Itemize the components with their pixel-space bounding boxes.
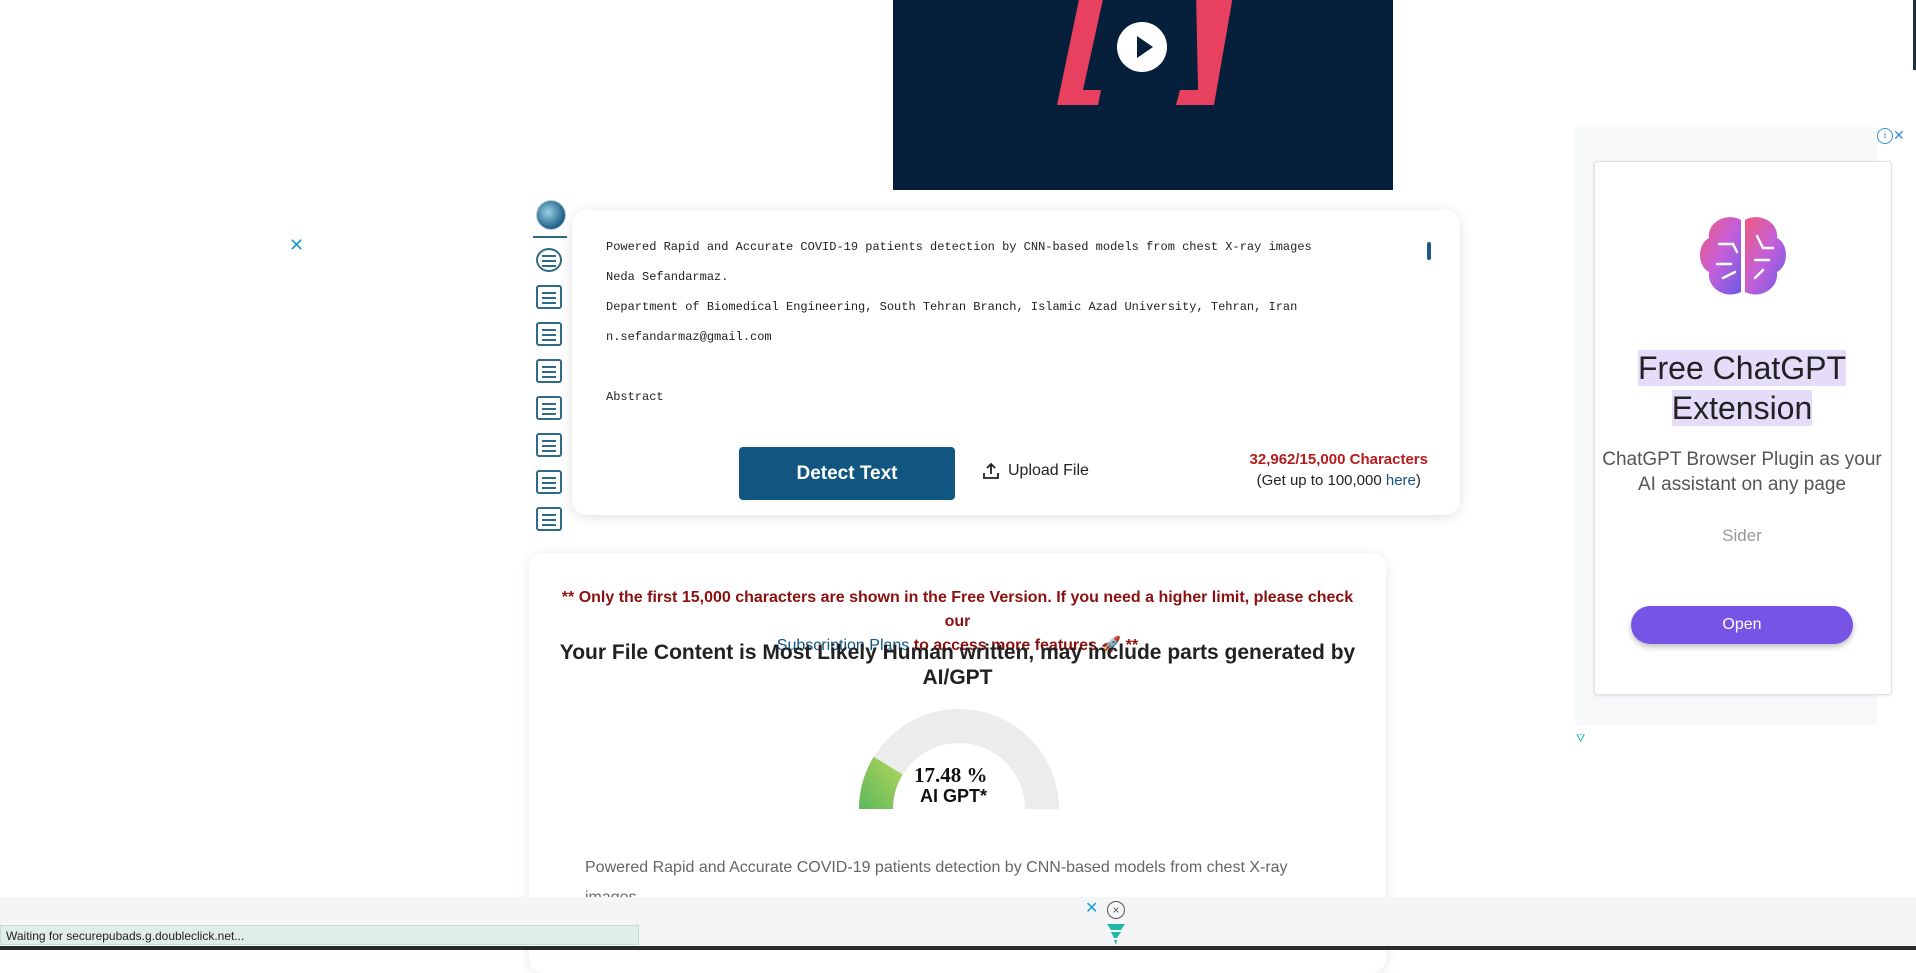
upload-icon — [983, 462, 999, 479]
notice-text: ** Only the first 15,000 characters are … — [561, 589, 1354, 630]
ad-network-logo-icon — [1107, 924, 1125, 945]
character-count: 32,962/15,000 Characters — [1249, 451, 1428, 468]
quote-icon[interactable] — [536, 507, 562, 531]
ai-percentage: 17.48 % — [914, 763, 988, 787]
bottom-ad-dismiss-icon[interactable]: × — [1107, 901, 1125, 919]
browser-status-bar: Waiting for securepubads.g.doubleclick.n… — [0, 925, 639, 945]
text-input-area[interactable]: Powered Rapid and Accurate COVID-19 pati… — [606, 240, 1406, 420]
doc-check-icon[interactable] — [536, 359, 562, 383]
left-bracket-graphic — [1057, 0, 1103, 105]
upgrade-hint-text: (Get up to 100,000 — [1256, 472, 1386, 489]
upload-label: Upload File — [1008, 462, 1089, 479]
text-input-card: Powered Rapid and Accurate COVID-19 pati… — [572, 210, 1460, 515]
document-icon[interactable] — [536, 285, 562, 309]
close-icon[interactable]: ✕ — [289, 236, 304, 254]
upload-file-button[interactable]: Upload File — [982, 462, 1089, 480]
translate-icon[interactable] — [536, 396, 562, 420]
upgrade-hint-suffix: ) — [1415, 472, 1421, 489]
text-line: Abstract — [606, 390, 664, 404]
upgrade-hint: (Get up to 100,000 here) — [1250, 472, 1428, 489]
detection-verdict: Your File Content is Most Likely Human w… — [559, 641, 1356, 689]
image-text-icon[interactable] — [536, 322, 562, 346]
text-line: n.sefandarmaz@gmail.com — [606, 330, 772, 344]
ad-network-icon: ⛛ — [1576, 733, 1586, 745]
video-player[interactable] — [893, 0, 1393, 190]
active-indicator — [533, 236, 567, 238]
compare-icon[interactable] — [536, 433, 562, 457]
text-line: Neda Sefandarmaz. — [606, 270, 729, 284]
detect-text-button[interactable]: Detect Text — [739, 447, 955, 500]
ad-title[interactable]: Free ChatGPT Extension — [1594, 348, 1890, 428]
text-line: Powered Rapid and Accurate COVID-19 pati… — [606, 240, 1312, 254]
brain-logo-icon — [1700, 217, 1786, 295]
scrollbar-thumb[interactable] — [1427, 242, 1431, 260]
ad-brand: Sider — [1722, 526, 1762, 545]
text-line — [606, 360, 1406, 390]
window-bottom-edge — [0, 946, 1916, 950]
character-counter: 32,962/15,000 Characters (Get up to 100,… — [1250, 451, 1428, 489]
ad-close-icon[interactable]: ✕ — [1893, 128, 1905, 142]
right-bracket-graphic — [1176, 0, 1233, 105]
ad-info-icon[interactable]: i — [1877, 128, 1893, 144]
gauge-label: AI GPT* — [920, 786, 988, 806]
mail-ai-icon[interactable] — [536, 470, 562, 494]
upgrade-here-link[interactable]: here — [1386, 472, 1416, 489]
logo-icon[interactable] — [536, 200, 566, 230]
bottom-ad-close-icon[interactable]: ✕ — [1085, 898, 1098, 918]
ad-title-text: Free ChatGPT Extension — [1637, 350, 1847, 426]
play-icon[interactable] — [1117, 22, 1167, 72]
tool-sidebar — [533, 200, 567, 544]
text-line: Department of Biomedical Engineering, So… — [606, 300, 1298, 314]
ad-open-button[interactable]: Open — [1631, 606, 1853, 644]
ai-chat-icon[interactable] — [536, 248, 562, 272]
ad-subtitle: ChatGPT Browser Plugin as your AI assist… — [1602, 449, 1882, 495]
